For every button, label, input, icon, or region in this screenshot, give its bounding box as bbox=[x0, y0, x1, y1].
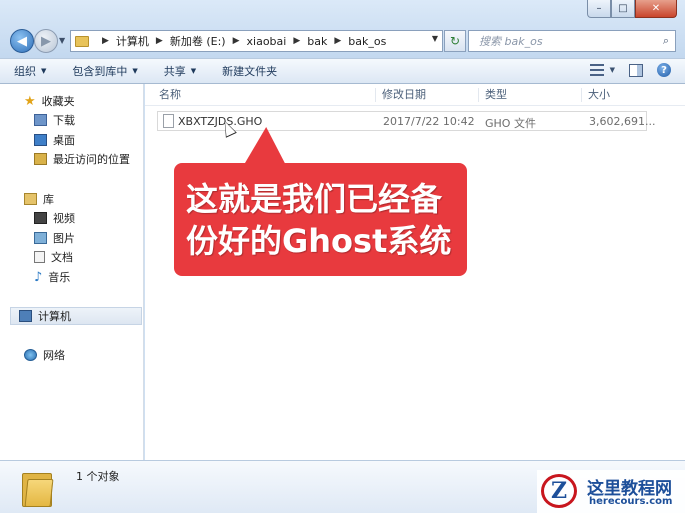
search-placeholder: 搜索 bak_os bbox=[479, 35, 543, 48]
views-icon bbox=[589, 64, 604, 76]
breadcrumb-computer[interactable]: 计算机 ▶ bbox=[116, 33, 170, 49]
window-controls: – □ ✕ bbox=[587, 0, 677, 18]
address-bar[interactable]: ▶ 计算机 ▶ 新加卷 (E:) ▶ xiaobai ▶ bak ▶ bak_os ▼ bbox=[70, 30, 443, 52]
nav-videos[interactable]: 视频 bbox=[34, 209, 75, 227]
recent-pages-dropdown[interactable]: ▼ bbox=[59, 36, 65, 45]
watermark: Z 这里教程网 herecours.com bbox=[537, 470, 685, 513]
music-note-icon: ♪ bbox=[34, 269, 43, 285]
file-type: GHO 文件 bbox=[485, 117, 536, 130]
chevron-down-icon: ▼ bbox=[41, 67, 47, 75]
nav-computer[interactable]: 计算机 bbox=[10, 307, 142, 325]
help-icon[interactable]: ? bbox=[657, 63, 671, 77]
minimize-button[interactable]: – bbox=[587, 0, 611, 18]
chevron-right-icon: ▶ bbox=[334, 36, 342, 46]
chevron-right-icon: ▶ bbox=[232, 36, 240, 46]
new-folder-button[interactable]: 新建文件夹 bbox=[222, 63, 277, 79]
command-bar: 组织 ▼ 包含到库中 ▼ 共享 ▼ 新建文件夹 ▼ ? bbox=[0, 58, 685, 84]
nav-network[interactable]: 网络 bbox=[24, 346, 65, 364]
search-box[interactable]: 搜索 bak_os ⌕ bbox=[468, 30, 676, 52]
back-button[interactable]: ◀ bbox=[10, 29, 34, 53]
maximize-button[interactable]: □ bbox=[611, 0, 635, 18]
chevron-right-icon: ▶ bbox=[102, 36, 109, 46]
watermark-url: herecours.com bbox=[589, 496, 673, 507]
video-icon bbox=[34, 212, 47, 224]
breadcrumb-bak-os[interactable]: bak_os bbox=[348, 35, 386, 48]
change-view-button[interactable]: ▼ bbox=[589, 64, 615, 76]
column-type[interactable]: 类型 bbox=[478, 88, 507, 102]
arrow-right-icon: ▶ bbox=[41, 33, 51, 49]
file-icon bbox=[163, 114, 174, 128]
column-modified[interactable]: 修改日期 bbox=[375, 88, 426, 102]
column-name[interactable]: 名称 bbox=[153, 88, 181, 102]
title-bar: – □ ✕ ◀ ▶ ▼ ▶ 计算机 ▶ 新加卷 (E:) ▶ xiaobai ▶ ba… bbox=[0, 0, 685, 58]
nav-music[interactable]: ♪ 音乐 bbox=[34, 268, 70, 286]
column-header-row: 名称 修改日期 类型 大小 bbox=[145, 84, 685, 106]
view-controls: ▼ ? bbox=[576, 63, 671, 77]
search-icon[interactable]: ⌕ bbox=[663, 34, 669, 48]
nav-pictures[interactable]: 图片 bbox=[34, 229, 75, 247]
close-button[interactable]: ✕ bbox=[635, 0, 677, 18]
recent-places-icon bbox=[34, 153, 47, 165]
network-icon bbox=[24, 349, 37, 361]
picture-icon bbox=[34, 232, 47, 244]
library-icon bbox=[24, 193, 37, 205]
nav-downloads[interactable]: 下载 bbox=[34, 111, 75, 129]
breadcrumb-drive-e[interactable]: 新加卷 (E:) ▶ bbox=[170, 33, 247, 49]
item-count: 1 个对象 bbox=[76, 470, 120, 483]
chevron-right-icon: ▶ bbox=[155, 36, 163, 46]
share-menu[interactable]: 共享 ▼ bbox=[164, 63, 196, 79]
refresh-icon: ↻ bbox=[449, 34, 461, 48]
document-icon bbox=[34, 251, 45, 263]
chevron-down-icon: ▼ bbox=[190, 67, 197, 75]
breadcrumb-xiaobai[interactable]: xiaobai ▶ bbox=[247, 35, 308, 48]
address-dropdown-icon[interactable]: ▼ bbox=[432, 34, 438, 43]
forward-button[interactable]: ▶ bbox=[34, 29, 58, 53]
breadcrumb-root[interactable]: ▶ bbox=[95, 36, 116, 46]
download-folder-icon bbox=[34, 114, 47, 126]
nav-libraries[interactable]: 库 bbox=[24, 190, 54, 208]
nav-favorites[interactable]: ★ 收藏夹 bbox=[24, 92, 75, 110]
nav-desktop[interactable]: 桌面 bbox=[34, 131, 75, 149]
nav-recent-places[interactable]: 最近访问的位置 bbox=[34, 150, 130, 168]
organize-menu[interactable]: 组织 ▼ bbox=[14, 63, 46, 79]
arrow-left-icon: ◀ bbox=[17, 33, 27, 49]
callout-line-1: 这就是我们已经备 bbox=[186, 179, 443, 218]
callout-line-2: 份好的Ghost系统 bbox=[186, 221, 452, 260]
column-size[interactable]: 大小 bbox=[581, 88, 610, 102]
chevron-down-icon: ▼ bbox=[609, 66, 615, 74]
desktop-icon bbox=[34, 134, 47, 146]
file-size: 3,602,691... bbox=[589, 115, 656, 128]
star-icon: ★ bbox=[24, 93, 36, 109]
refresh-button[interactable]: ↻ bbox=[444, 30, 466, 52]
breadcrumb-bak[interactable]: bak ▶ bbox=[307, 35, 348, 48]
folder-icon bbox=[75, 35, 89, 47]
preview-pane-button[interactable] bbox=[629, 63, 643, 77]
chevron-right-icon: ▶ bbox=[293, 36, 301, 46]
annotation-callout: 这就是我们已经备 份好的Ghost系统 bbox=[174, 163, 467, 276]
preview-pane-icon bbox=[629, 63, 643, 77]
file-modified: 2017/7/22 10:42 bbox=[383, 115, 475, 128]
include-in-library-menu[interactable]: 包含到库中 ▼ bbox=[72, 63, 137, 79]
site-logo: Z bbox=[541, 474, 577, 508]
computer-icon bbox=[19, 310, 32, 322]
folder-icon bbox=[22, 467, 54, 507]
chevron-down-icon: ▼ bbox=[132, 67, 138, 75]
navigation-pane: ★ 收藏夹 下载 桌面 最近访问的位置 库 视频 图片 文档 ♪ 音乐 计算机 网络 bbox=[0, 84, 144, 460]
nav-documents[interactable]: 文档 bbox=[34, 248, 73, 266]
